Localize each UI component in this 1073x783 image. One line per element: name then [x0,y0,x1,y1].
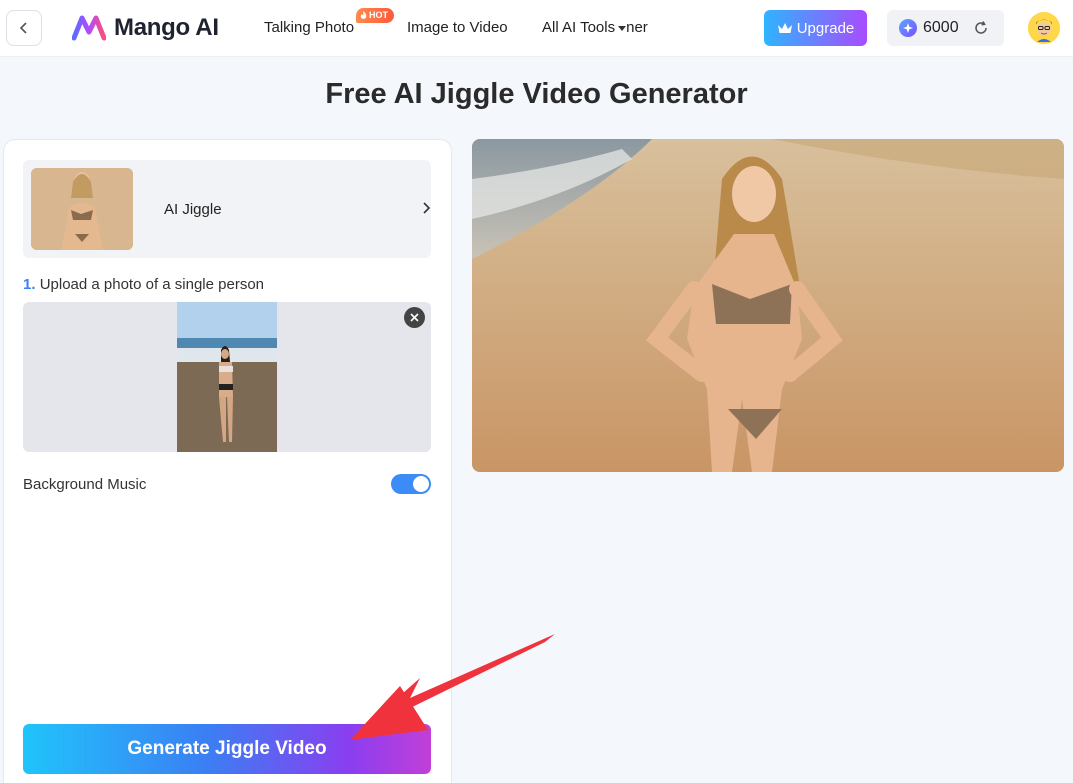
generate-label: Generate Jiggle Video [127,738,327,759]
remove-photo-button[interactable] [404,307,425,328]
logo[interactable]: Mango AI [72,14,219,42]
mango-logo-icon [72,15,106,41]
effect-thumbnail [31,168,133,250]
avatar-face-icon [1028,12,1060,44]
annotation-arrow-icon [350,634,555,740]
nav-overlap-text: ner [626,19,648,36]
caret-down-icon [618,26,627,31]
upgrade-button[interactable]: Upgrade [764,10,867,46]
page-title: Free AI Jiggle Video Generator [325,78,748,110]
effect-label: AI Jiggle [164,201,222,218]
hot-badge-text: HOT [369,10,388,20]
background-music-toggle[interactable] [391,474,431,494]
close-icon [410,313,419,322]
effect-selector[interactable]: AI Jiggle [23,160,431,258]
credits-display: 6000 [887,10,1004,46]
preview-image [472,139,1064,472]
top-bar: Mango AI Talking Photo HOT Image to Vide… [0,0,1073,57]
fire-icon [360,11,367,19]
crown-icon [777,23,792,33]
chevron-right-icon [423,202,431,214]
upgrade-label: Upgrade [796,19,855,37]
nav-image-to-video[interactable]: Image to Video [407,19,508,36]
uploaded-photo [177,302,277,452]
back-button[interactable] [6,10,42,46]
upload-dropzone[interactable] [23,302,431,452]
logo-text: Mango AI [114,14,219,41]
toggle-knob [413,476,429,492]
user-avatar[interactable] [1028,12,1060,44]
refresh-icon[interactable] [973,20,989,36]
chevron-left-icon [19,22,27,34]
step-text: Upload a photo of a single person [39,276,265,293]
hot-badge: HOT [356,8,394,23]
nav-talking-photo[interactable]: Talking Photo [264,19,354,36]
credits-count: 6000 [923,19,959,36]
upload-step-label: 1. Upload a photo of a single person [23,276,264,293]
background-music-label: Background Music [23,476,147,493]
step-number: 1. [23,276,36,293]
nav-all-ai-tools-label: All AI Tools [542,19,616,36]
nav-all-ai-tools[interactable]: All AI Tools ner [542,19,648,36]
credit-gem-icon [899,19,917,37]
